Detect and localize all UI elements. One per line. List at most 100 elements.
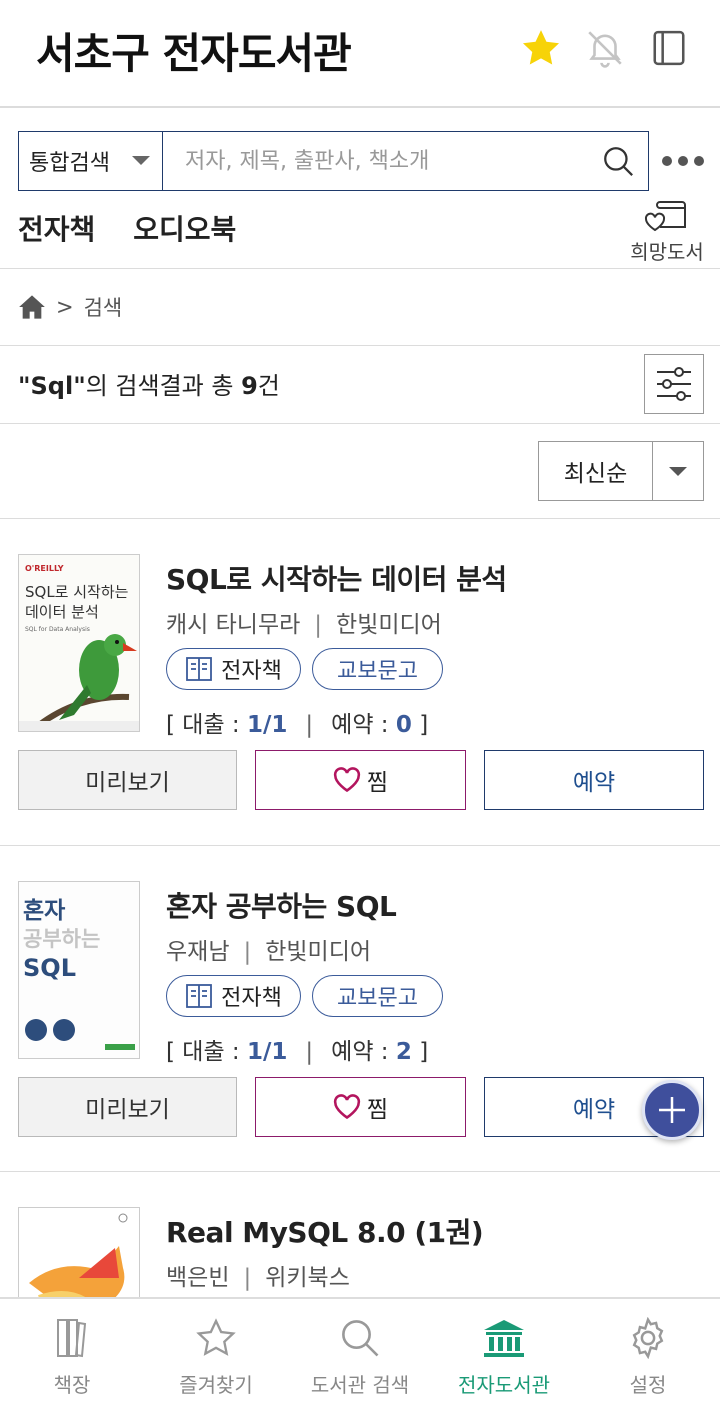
nav-label: 즐겨찾기 bbox=[179, 1373, 253, 1397]
reserve-value: 2 bbox=[395, 1039, 412, 1065]
hope-book-button[interactable]: 희망도서 bbox=[622, 196, 712, 264]
star-outline-icon bbox=[191, 1315, 241, 1361]
reserve-button[interactable]: 예약 bbox=[484, 750, 704, 810]
filter-sliders-icon bbox=[657, 367, 691, 401]
nav-item-library-search[interactable]: 도서관 검색 bbox=[288, 1299, 432, 1407]
book-title[interactable]: Real MySQL 8.0 (1권) bbox=[166, 1211, 484, 1251]
library-icon bbox=[479, 1315, 529, 1361]
search-icon bbox=[335, 1315, 385, 1361]
book-title[interactable]: SQL로 시작하는 데이터 분석 bbox=[166, 558, 507, 598]
loan-label: 대출 : bbox=[182, 712, 240, 738]
bottom-navigation: 책장 즐겨찾기 도서관 검색 전자도서관 설정 bbox=[0, 1297, 720, 1407]
search-scope-select[interactable]: 통합검색 bbox=[19, 132, 163, 190]
breadcrumb-separator: > bbox=[56, 295, 74, 319]
book-publisher: 한빛미디어 bbox=[336, 612, 442, 638]
reserve-value: 0 bbox=[395, 712, 412, 738]
search-scope-label: 통합검색 bbox=[29, 151, 110, 176]
hope-book-label: 희망도서 bbox=[630, 240, 704, 264]
content-type-tabs: 전자책 오디오북 bbox=[18, 208, 236, 248]
search-icon bbox=[604, 147, 633, 176]
sort-select[interactable]: 최신순 bbox=[538, 441, 704, 501]
chip-ebook: 전자책 bbox=[166, 975, 301, 1017]
chip-ebook-label: 전자책 bbox=[221, 986, 282, 1011]
nav-item-bookshelf[interactable]: 책장 bbox=[0, 1299, 144, 1407]
nav-label: 책장 bbox=[53, 1373, 91, 1397]
heart-icon bbox=[333, 767, 361, 793]
book-meta: 백은빈 | 위키북스 bbox=[166, 1258, 350, 1292]
query-text: "Sql" bbox=[18, 372, 86, 400]
plus-icon bbox=[659, 1097, 685, 1123]
tab-ebook[interactable]: 전자책 bbox=[18, 208, 95, 248]
cover-title-line2: 데이터 분석 bbox=[25, 603, 99, 621]
loan-value: 1/1 bbox=[247, 1039, 288, 1065]
dot-icon bbox=[694, 156, 704, 166]
breadcrumb-current: 검색 bbox=[83, 296, 123, 320]
preview-button[interactable]: 미리보기 bbox=[18, 750, 237, 810]
book-stats: [ 대출 : 1/1 | 예약 : 2 ] bbox=[166, 1039, 429, 1065]
nav-item-favorites[interactable]: 즐겨찾기 bbox=[144, 1299, 288, 1407]
book-stats: [ 대출 : 1/1 | 예약 : 0 ] bbox=[166, 712, 429, 738]
book-author: 캐시 타니무라 bbox=[166, 612, 301, 638]
chip-ebook-label: 전자책 bbox=[221, 659, 282, 684]
meta-separator: | bbox=[314, 612, 323, 638]
breadcrumb: > 검색 bbox=[18, 290, 122, 324]
search-button[interactable] bbox=[588, 132, 648, 190]
nav-label: 전자도서관 bbox=[458, 1373, 550, 1397]
nav-label: 설정 bbox=[629, 1373, 667, 1397]
page-title: 서초구 전자도서관 bbox=[36, 29, 352, 78]
divider bbox=[0, 268, 720, 269]
cover-line3: SQL bbox=[23, 954, 76, 982]
heart-icon bbox=[333, 1094, 361, 1120]
wish-label: 찜 bbox=[366, 770, 389, 796]
chip-vendor-label: 교보문고 bbox=[337, 986, 418, 1011]
sort-selected-value: 최신순 bbox=[539, 442, 653, 500]
search-input[interactable] bbox=[163, 132, 588, 190]
result-unit: 건 bbox=[257, 372, 280, 400]
book-item: Real MySQL 8.0 (1권) 백은빈 | 위키북스 bbox=[0, 1172, 720, 1297]
floating-add-button[interactable] bbox=[642, 1080, 702, 1140]
divider bbox=[0, 423, 720, 424]
nav-item-e-library[interactable]: 전자도서관 bbox=[432, 1299, 576, 1407]
cover-line1: 혼자 bbox=[23, 898, 65, 924]
wish-label: 찜 bbox=[366, 1097, 389, 1123]
nav-label: 도서관 검색 bbox=[310, 1373, 410, 1397]
book-view-icon[interactable] bbox=[646, 26, 692, 70]
book-meta: 캐시 타니무라 | 한빛미디어 bbox=[166, 605, 442, 639]
book-cover[interactable] bbox=[18, 1207, 140, 1297]
app-header: 서초구 전자도서관 bbox=[0, 0, 720, 108]
tab-audiobook[interactable]: 오디오북 bbox=[133, 208, 236, 248]
loan-label: 대출 : bbox=[182, 1039, 240, 1065]
star-favorite-icon[interactable] bbox=[518, 26, 564, 70]
chip-vendor: 교보문고 bbox=[312, 648, 443, 690]
bell-off-icon[interactable] bbox=[582, 26, 628, 70]
chip-vendor: 교보문고 bbox=[312, 975, 443, 1017]
nav-item-settings[interactable]: 설정 bbox=[576, 1299, 720, 1407]
open-book-icon bbox=[186, 657, 213, 681]
wish-button[interactable]: 찜 bbox=[255, 750, 466, 810]
book-title[interactable]: 혼자 공부하는 SQL bbox=[166, 885, 397, 925]
loan-value: 1/1 bbox=[247, 712, 288, 738]
meta-separator: | bbox=[243, 1265, 252, 1291]
chevron-down-icon bbox=[653, 442, 703, 500]
book-cover[interactable]: O'REILLY SQL로 시작하는 데이터 분석 SQL for Data A… bbox=[18, 554, 140, 732]
preview-button[interactable]: 미리보기 bbox=[18, 1077, 237, 1137]
chip-vendor-label: 교보문고 bbox=[337, 659, 418, 684]
cover-title-line1: SQL로 시작하는 bbox=[25, 583, 129, 601]
wish-button[interactable]: 찜 bbox=[255, 1077, 466, 1137]
chevron-down-icon bbox=[132, 156, 150, 165]
book-item: 혼자 공부하는 SQL 혼자 공부하는 SQL 우재남 | 한빛미디어 전자책 교보… bbox=[0, 846, 720, 1173]
cover-subtitle: SQL for Data Analysis bbox=[25, 626, 90, 633]
filter-button[interactable] bbox=[644, 354, 704, 414]
result-summary: "Sql"의 검색결과 총 9건 bbox=[18, 366, 280, 401]
meta-separator: | bbox=[243, 939, 252, 965]
gear-icon bbox=[623, 1315, 673, 1361]
book-cover[interactable]: 혼자 공부하는 SQL bbox=[18, 881, 140, 1059]
book-author: 백은빈 bbox=[166, 1265, 230, 1291]
more-options-button[interactable] bbox=[658, 146, 708, 176]
bookshelf-icon bbox=[47, 1315, 97, 1361]
book-item: O'REILLY SQL로 시작하는 데이터 분석 SQL for Data A… bbox=[0, 519, 720, 846]
result-count: 9 bbox=[241, 372, 258, 400]
open-book-icon bbox=[186, 984, 213, 1008]
home-icon[interactable] bbox=[18, 294, 46, 320]
book-meta: 우재남 | 한빛미디어 bbox=[166, 932, 371, 966]
